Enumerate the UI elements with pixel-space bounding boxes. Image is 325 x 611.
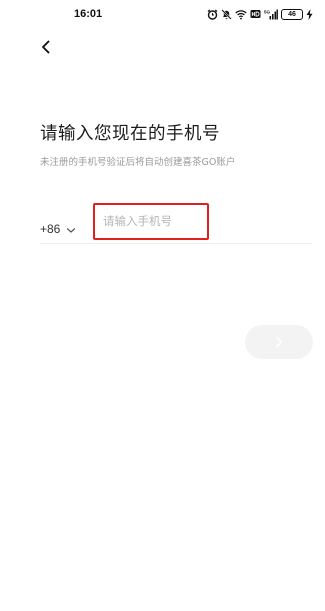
back-button[interactable]: [36, 38, 56, 58]
next-button[interactable]: [245, 325, 313, 359]
input-divider: [40, 243, 312, 244]
status-bar: 16:01 5G 46: [0, 0, 325, 28]
charging-icon: [306, 8, 313, 20]
battery-icon: 46: [281, 8, 303, 20]
signal-icon: 5G: [264, 9, 278, 20]
status-time: 16:01: [74, 8, 103, 20]
phone-input[interactable]: [103, 214, 203, 228]
hd-icon: [250, 9, 261, 19]
wifi-icon: [235, 9, 247, 20]
page-subtitle: 未注册的手机号验证后将自动创建喜茶GO账户: [40, 157, 236, 168]
chevron-down-icon: [66, 219, 76, 238]
alarm-icon: [207, 9, 218, 20]
battery-level: 46: [288, 10, 296, 18]
mute-icon: [221, 8, 232, 20]
phone-input-highlight: [93, 203, 209, 240]
chevron-left-icon: [40, 39, 52, 58]
chevron-right-icon: [275, 333, 283, 352]
page-title: 请输入您现在的手机号: [40, 124, 220, 144]
country-code-selector[interactable]: +86: [40, 219, 76, 238]
country-code-label: +86: [40, 221, 61, 236]
svg-text:5G: 5G: [264, 9, 271, 14]
status-icons: 5G 46: [207, 7, 313, 21]
